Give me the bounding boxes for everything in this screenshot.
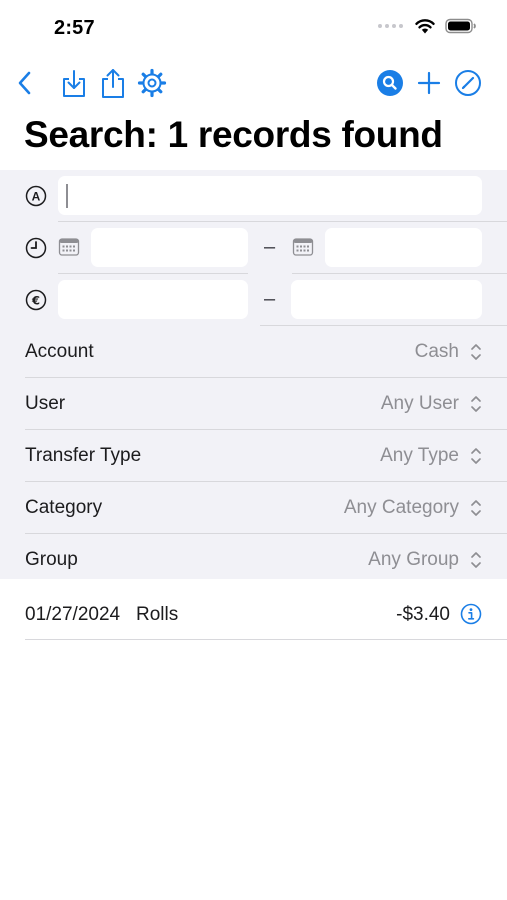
account-picker[interactable]: Account Cash (0, 326, 507, 378)
compose-icon (455, 70, 481, 96)
share-icon (102, 69, 124, 98)
back-button[interactable] (8, 66, 42, 100)
date-range-dash: – (264, 236, 276, 258)
compose-button[interactable] (451, 66, 485, 100)
wifi-icon (415, 19, 435, 34)
picker-value: Cash (414, 341, 459, 362)
user-picker[interactable]: User Any User (0, 378, 507, 430)
search-filled-icon (377, 70, 403, 96)
chevron-up-down-icon (471, 552, 481, 568)
picker-value: Any User (380, 393, 459, 414)
chevron-up-down-icon (471, 448, 481, 464)
status-icons (378, 18, 477, 34)
divider (25, 639, 507, 640)
picker-label: Group (25, 549, 78, 570)
add-button[interactable] (412, 66, 446, 100)
info-icon[interactable] (460, 603, 482, 625)
status-bar: 2:57 (0, 0, 507, 56)
transfer-type-picker[interactable]: Transfer Type Any Type (0, 430, 507, 482)
svg-text:A: A (32, 190, 41, 204)
record-amount: -$3.40 (396, 604, 450, 625)
chevron-up-down-icon (471, 500, 481, 516)
date-range-row: – (0, 222, 507, 274)
group-picker[interactable]: Group Any Group (0, 534, 507, 586)
record-row[interactable]: 01/27/2024 Rolls -$3.40 (0, 590, 507, 640)
euro-circle-icon: € (25, 289, 47, 311)
picker-value: Any Group (368, 549, 459, 570)
signal-dots-icon (378, 24, 403, 28)
status-time: 2:57 (54, 17, 95, 39)
plus-icon (417, 71, 441, 95)
page-title: Search: 1 records found (24, 114, 443, 155)
amount-from-input[interactable] (58, 280, 248, 319)
picker-label: Transfer Type (25, 445, 142, 466)
svg-text:€: € (31, 294, 40, 308)
chevron-up-down-icon (471, 344, 481, 360)
search-text-input[interactable] (58, 176, 482, 215)
record-description: Rolls (136, 604, 179, 625)
search-form: A – € – Account Cash User Any User Trans… (0, 170, 507, 579)
text-cursor (66, 184, 68, 208)
picker-label: Account (25, 341, 94, 362)
record-date: 01/27/2024 (25, 604, 121, 625)
amount-range-dash: – (264, 288, 276, 310)
search-button[interactable] (373, 66, 407, 100)
settings-button[interactable] (135, 66, 169, 100)
date-from-input[interactable] (91, 228, 248, 267)
navigation-bar (0, 62, 507, 104)
battery-icon (445, 18, 476, 34)
category-picker[interactable]: Category Any Category (0, 482, 507, 534)
picker-value: Any Type (380, 445, 459, 466)
clock-icon (25, 237, 47, 259)
chevron-left-icon (18, 71, 31, 95)
import-icon (63, 70, 85, 97)
text-search-row: A (0, 170, 507, 222)
calendar-icon[interactable] (292, 237, 314, 257)
calendar-icon[interactable] (58, 237, 80, 257)
gear-icon (137, 68, 167, 98)
amount-to-input[interactable] (291, 280, 482, 319)
picker-label: Category (25, 497, 103, 518)
picker-label: User (25, 393, 66, 414)
chevron-up-down-icon (471, 396, 481, 412)
import-button[interactable] (57, 66, 91, 100)
amount-range-row: € – (0, 274, 507, 326)
a-circle-icon: A (25, 185, 47, 207)
share-button[interactable] (96, 66, 130, 100)
date-to-input[interactable] (325, 228, 482, 267)
picker-value: Any Category (343, 497, 459, 518)
